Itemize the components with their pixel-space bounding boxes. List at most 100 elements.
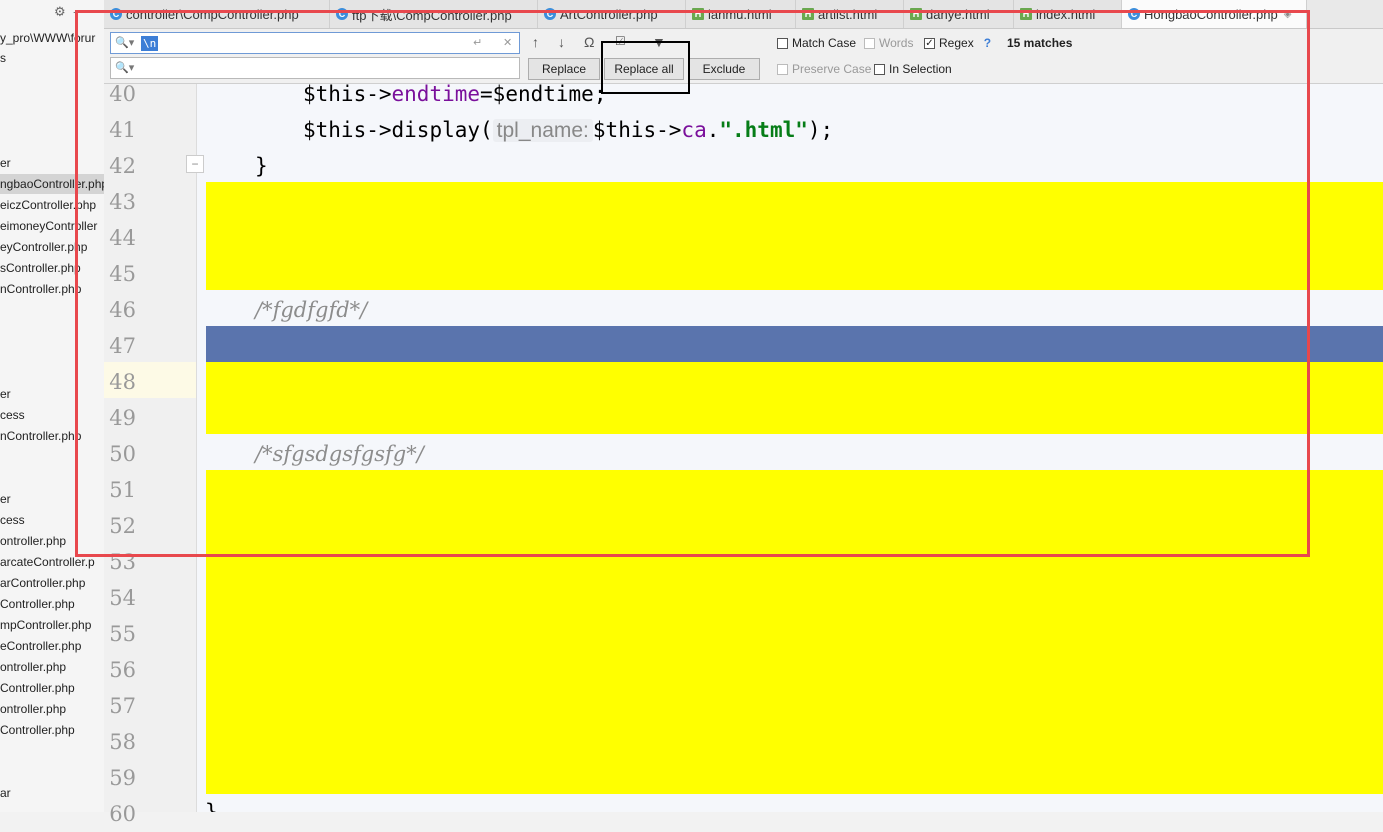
preserve-case-checkbox[interactable] [777,63,788,75]
replace-field[interactable]: 🔍▾ [110,57,520,79]
exclude-button[interactable]: Exclude [688,58,760,80]
editor-tab[interactable]: Hartlist.html [796,0,904,28]
in-selection-option[interactable]: In Selection [874,62,952,76]
code-line-42: } [255,154,268,178]
tab-label: controller\CompController.php [126,6,299,22]
select-all-occurrences-icon[interactable]: ☑ [615,34,626,48]
sidebar-item[interactable]: eimoneyController [0,216,104,236]
regex-option[interactable]: ✓ Regex ? [924,36,991,50]
words-option[interactable]: Words [864,36,913,50]
line-number: 40 [109,82,136,106]
preserve-case-option[interactable]: Preserve Case [777,62,871,76]
replace-all-button[interactable]: Replace all [604,58,684,80]
gear-icon[interactable]: ⚙ [54,4,66,20]
html-file-icon: H [910,8,922,20]
sidebar-item[interactable]: ngbaoController.php [0,174,104,194]
sidebar-item[interactable]: Controller.php [0,678,104,698]
tab-label: lanmu.html [708,6,772,22]
code-line-40: $this->endtime=$endtime; [303,84,607,106]
line-number: 53 [109,550,136,574]
sidebar-item[interactable]: ontroller.php [0,657,104,677]
match-count: 15 matches [1007,36,1073,50]
sidebar-item[interactable]: cess [0,405,104,425]
sidebar-item[interactable]: ontroller.php [0,699,104,719]
line-number: 48 [109,370,136,394]
line-number: 56 [109,658,136,682]
sidebar-item[interactable]: eiczController.php [0,195,104,215]
sidebar-item[interactable]: nController.php [0,279,104,299]
sidebar-item[interactable]: er [0,489,104,509]
collapse-icon[interactable]: — [74,4,87,20]
words-checkbox[interactable] [864,37,875,49]
sidebar-item[interactable]: arController.php [0,573,104,593]
replace-button[interactable]: Replace [528,58,600,80]
search-input-value[interactable]: \n [141,36,159,51]
replace-history-icon[interactable]: 🔍▾ [115,61,134,74]
tab-pin-icon[interactable]: ◈ [1284,9,1292,20]
tab-label: danye.html [926,6,990,22]
in-selection-label: In Selection [889,62,952,76]
previous-match-icon[interactable]: ↑ [532,34,539,50]
sidebar-item[interactable]: ontroller.php [0,531,104,551]
find-all-icon[interactable]: Ω [584,34,594,50]
sidebar-item[interactable]: s [0,48,104,68]
editor-tab-bar: Ccontroller\CompController.php Cftp下载\Com… [104,0,1383,29]
sidebar-item[interactable]: sController.php [0,258,104,278]
next-match-icon[interactable]: ↓ [558,34,565,50]
line-number: 50 [109,442,136,466]
line-number: 59 [109,766,136,790]
php-class-icon: C [110,8,122,20]
editor-tab[interactable]: Cftp下载\CompController.php [330,0,538,28]
preserve-case-label: Preserve Case [792,62,872,76]
sidebar-item[interactable]: Controller.php [0,720,104,740]
regex-help-link[interactable]: ? [984,36,991,50]
html-file-icon: H [802,8,814,20]
sidebar-item[interactable]: er [0,384,104,404]
line-number: 60 [109,802,136,826]
sidebar-item[interactable]: eyController.php [0,237,104,257]
sidebar-item[interactable]: ar [0,783,104,803]
match-case-option[interactable]: Match Case [777,36,856,50]
line-number: 46 [109,298,136,322]
line-number: 42 [109,154,136,178]
replace-input[interactable] [137,60,467,76]
in-selection-checkbox[interactable] [874,63,885,75]
sidebar-item[interactable]: Controller.php [0,594,104,614]
newline-icon[interactable]: ↵ [473,36,482,49]
editor-tab[interactable]: C ArtController.php [538,0,686,28]
find-replace-panel: 🔍▾ \n ↵ ✕ 🔍▾ ↑ ↓ Ω ☑ ▼ Replace Replace a… [104,29,1383,84]
line-number: 51 [109,478,136,502]
search-history-icon[interactable]: 🔍▾ [115,36,134,49]
sidebar-item[interactable]: nController.php [0,426,104,446]
editor-tab[interactable]: Hdanye.html [904,0,1014,28]
sidebar-item[interactable]: er [0,153,104,173]
line-number: 45 [109,262,136,286]
sidebar-item[interactable]: eController.php [0,636,104,656]
line-number: 55 [109,622,136,646]
sidebar-item[interactable]: cess [0,510,104,530]
match-case-checkbox[interactable] [777,37,788,49]
sidebar-project-path[interactable]: y_pro\WWW\forur [0,28,104,48]
editor-tab[interactable]: Hlanmu.html [686,0,796,28]
tab-label: HongbaoController.php [1144,6,1278,22]
line-number: 52 [109,514,136,538]
line-number: 44 [109,226,136,250]
line-number: 47 [109,334,136,358]
line-number: 49 [109,406,136,430]
line-number: 58 [109,730,136,754]
clear-search-icon[interactable]: ✕ [503,36,512,49]
search-field[interactable]: 🔍▾ \n ↵ ✕ [110,32,520,54]
editor-tab[interactable]: C HongbaoController.php ◈ [1122,0,1307,28]
match-highlight [206,182,1383,290]
words-label: Words [879,36,914,50]
code-editor[interactable]: $this->endtime=$endtime; $this->display(… [197,84,1383,812]
fold-icon[interactable]: − [186,155,204,173]
editor-tab[interactable]: Ccontroller\CompController.php [104,0,330,28]
match-case-label: Match Case [792,36,857,50]
editor-tab[interactable]: Hindex.html [1014,0,1122,28]
regex-checkbox[interactable]: ✓ [924,37,935,49]
sidebar-item[interactable]: arcateController.p [0,552,104,572]
sidebar-item[interactable]: mpController.php [0,615,104,635]
line-number-gutter[interactable]: 40 41 42 43 44 45 46 47 48 49 50 51 52 53 54 55 56 57 58 59… [104,82,197,826]
filter-icon[interactable]: ▼ [652,34,666,50]
